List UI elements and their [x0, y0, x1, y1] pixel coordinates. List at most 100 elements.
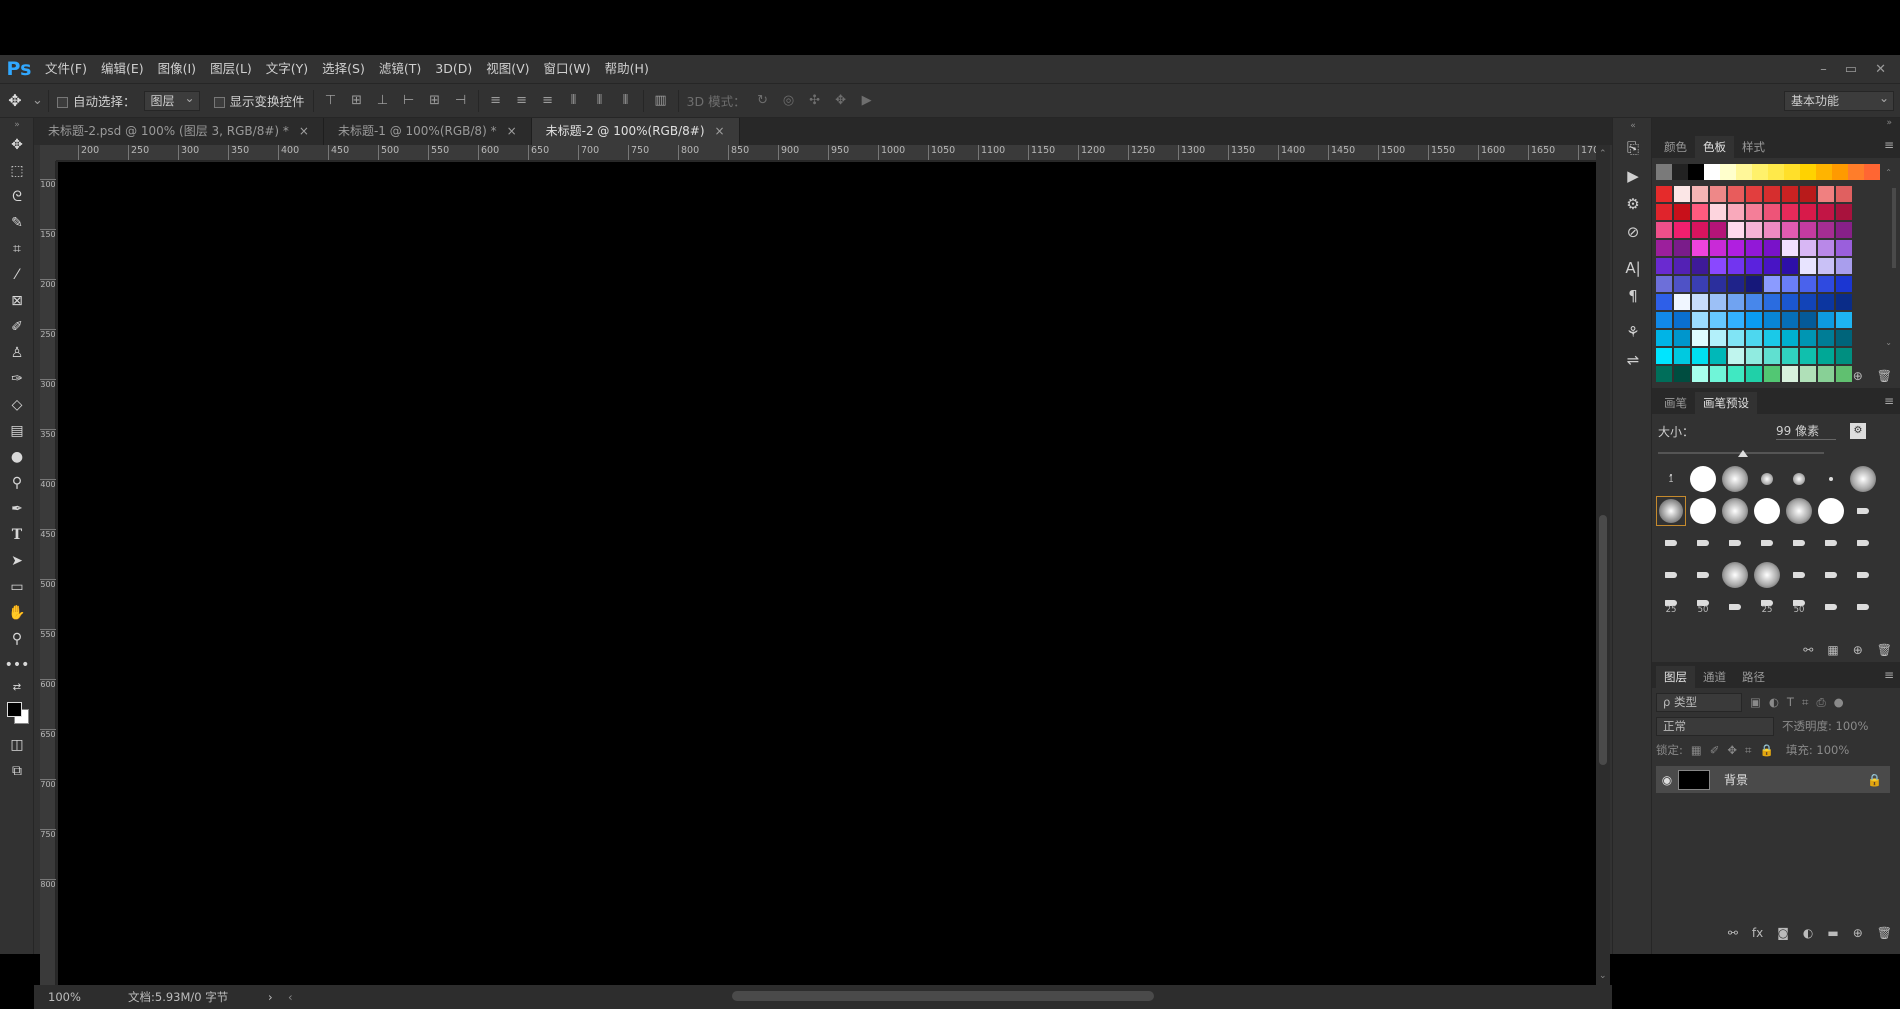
layer-row-background[interactable]: ◉ 背景 🔒 — [1656, 766, 1890, 793]
align-bottom-icon[interactable]: ⊥ — [374, 93, 392, 108]
swatch[interactable] — [1800, 204, 1816, 220]
swatch[interactable] — [1800, 330, 1816, 346]
swatch[interactable] — [1818, 204, 1834, 220]
filter-pixel-icon[interactable]: ▣ — [1750, 695, 1761, 709]
brush-tip[interactable] — [1784, 464, 1814, 494]
swatch[interactable] — [1782, 276, 1798, 292]
swatch[interactable] — [1848, 164, 1864, 180]
brush-settings-icon[interactable]: ⚙ — [1850, 423, 1866, 439]
status-menu-arrow[interactable]: › — [268, 990, 288, 1004]
swatch[interactable] — [1656, 164, 1672, 180]
brush-tip[interactable] — [1784, 496, 1814, 526]
brush-tip[interactable] — [1848, 496, 1878, 526]
swatch[interactable] — [1784, 164, 1800, 180]
brush-tip[interactable] — [1816, 560, 1846, 590]
brush-tip[interactable] — [1848, 464, 1878, 494]
eyedropper-tool-icon[interactable]: ⁄ — [0, 262, 34, 288]
swatch[interactable] — [1728, 312, 1744, 328]
eye-icon[interactable]: ◉ — [1656, 773, 1678, 787]
lock-artboard-icon[interactable]: ⌗ — [1745, 743, 1751, 758]
swatch[interactable] — [1674, 294, 1690, 310]
brush-tip[interactable] — [1688, 464, 1718, 494]
swatch[interactable] — [1656, 276, 1672, 292]
brush-tip[interactable] — [1720, 592, 1750, 622]
character-panel-icon[interactable]: A| — [1613, 254, 1653, 282]
swatch[interactable] — [1764, 294, 1780, 310]
swatch[interactable] — [1710, 330, 1726, 346]
brush-grid-icon[interactable]: ▦ — [1827, 643, 1838, 657]
swatch[interactable] — [1818, 186, 1834, 202]
swatch[interactable] — [1688, 164, 1704, 180]
swatch[interactable] — [1818, 276, 1834, 292]
close-tab-button[interactable]: × — [299, 118, 309, 145]
path-select-tool-icon[interactable]: ➤ — [0, 548, 34, 574]
brush-tip[interactable] — [1848, 592, 1878, 622]
swatch[interactable] — [1720, 164, 1736, 180]
filter-adjustment-icon[interactable]: ◐ — [1769, 695, 1779, 709]
swatch[interactable] — [1746, 222, 1762, 238]
drag-3d-icon[interactable]: ✣ — [806, 93, 824, 108]
delete-swatch-icon[interactable]: 🗑 — [1877, 369, 1892, 383]
lock-pixels-icon[interactable]: ✐ — [1710, 743, 1720, 757]
swatch[interactable] — [1768, 164, 1784, 180]
swatch[interactable] — [1800, 240, 1816, 256]
new-swatch-icon[interactable]: ⊕ — [1853, 369, 1863, 383]
swatch[interactable] — [1728, 294, 1744, 310]
swatch[interactable] — [1728, 348, 1744, 364]
toggle-brush-panel-icon[interactable]: ⚯ — [1803, 643, 1813, 657]
swatch[interactable] — [1746, 348, 1762, 364]
scroll-left-icon[interactable]: ‹ — [288, 990, 308, 1004]
align-top-icon[interactable]: ⊤ — [322, 93, 340, 108]
adjustments-panel-icon[interactable]: ⊘ — [1613, 218, 1653, 246]
brush-tool-icon[interactable]: ✐ — [0, 314, 34, 340]
swatch[interactable] — [1692, 312, 1708, 328]
roll-3d-icon[interactable]: ◎ — [780, 93, 798, 108]
move-tool-icon[interactable]: ✥ — [6, 91, 24, 110]
swatch[interactable] — [1672, 164, 1688, 180]
swatch[interactable] — [1836, 222, 1852, 238]
swatch[interactable] — [1710, 258, 1726, 274]
swatch[interactable] — [1764, 186, 1780, 202]
swatch[interactable] — [1782, 348, 1798, 364]
ruler-origin[interactable] — [40, 145, 56, 161]
swatch[interactable] — [1764, 240, 1780, 256]
swatch[interactable] — [1818, 330, 1834, 346]
swatch[interactable] — [1746, 294, 1762, 310]
hand-tool-icon[interactable]: ✋ — [0, 600, 34, 626]
swatch[interactable] — [1764, 258, 1780, 274]
swatch[interactable] — [1692, 330, 1708, 346]
delete-layer-icon[interactable]: 🗑 — [1877, 926, 1892, 940]
swatch[interactable] — [1836, 294, 1852, 310]
swatch[interactable] — [1764, 222, 1780, 238]
swatch[interactable] — [1836, 240, 1852, 256]
swatch[interactable] — [1728, 276, 1744, 292]
brush-tip[interactable] — [1784, 528, 1814, 558]
menu-help[interactable]: 帮助(H) — [598, 55, 656, 83]
marquee-tool-icon[interactable]: ⬚ — [0, 158, 34, 184]
brush-tip[interactable] — [1816, 496, 1846, 526]
swatch[interactable] — [1674, 348, 1690, 364]
swatch[interactable] — [1692, 186, 1708, 202]
brush-tip[interactable] — [1720, 560, 1750, 590]
fill-field[interactable]: 填充: 100% — [1786, 742, 1849, 758]
horizontal-ruler[interactable]: 200 250 300 350 400 450 500 550 600 650 700 750 800 8… — [56, 145, 1596, 161]
swatch[interactable] — [1818, 258, 1834, 274]
brush-tip-grid[interactable]: 1 25 50 25 50 — [1652, 460, 1900, 614]
brush-tip[interactable] — [1816, 528, 1846, 558]
swatch[interactable] — [1746, 312, 1762, 328]
scroll-down-icon[interactable]: ⌄ — [1885, 338, 1892, 347]
new-brush-icon[interactable]: ⊕ — [1853, 643, 1863, 657]
brush-tip[interactable]: 1 — [1656, 464, 1686, 494]
swatch[interactable] — [1764, 348, 1780, 364]
paragraph-panel-icon[interactable]: ¶ — [1613, 282, 1653, 310]
menu-view[interactable]: 视图(V) — [479, 55, 536, 83]
eraser-tool-icon[interactable]: ◇ — [0, 392, 34, 418]
swatch[interactable] — [1818, 240, 1834, 256]
filter-type-icon[interactable]: T — [1787, 695, 1794, 709]
swatch[interactable] — [1746, 330, 1762, 346]
brush-tip[interactable] — [1752, 528, 1782, 558]
tab-color[interactable]: 颜色 — [1656, 136, 1695, 158]
swatch[interactable] — [1836, 276, 1852, 292]
swatch[interactable] — [1736, 164, 1752, 180]
horizontal-scroll-thumb[interactable] — [732, 991, 1154, 1001]
